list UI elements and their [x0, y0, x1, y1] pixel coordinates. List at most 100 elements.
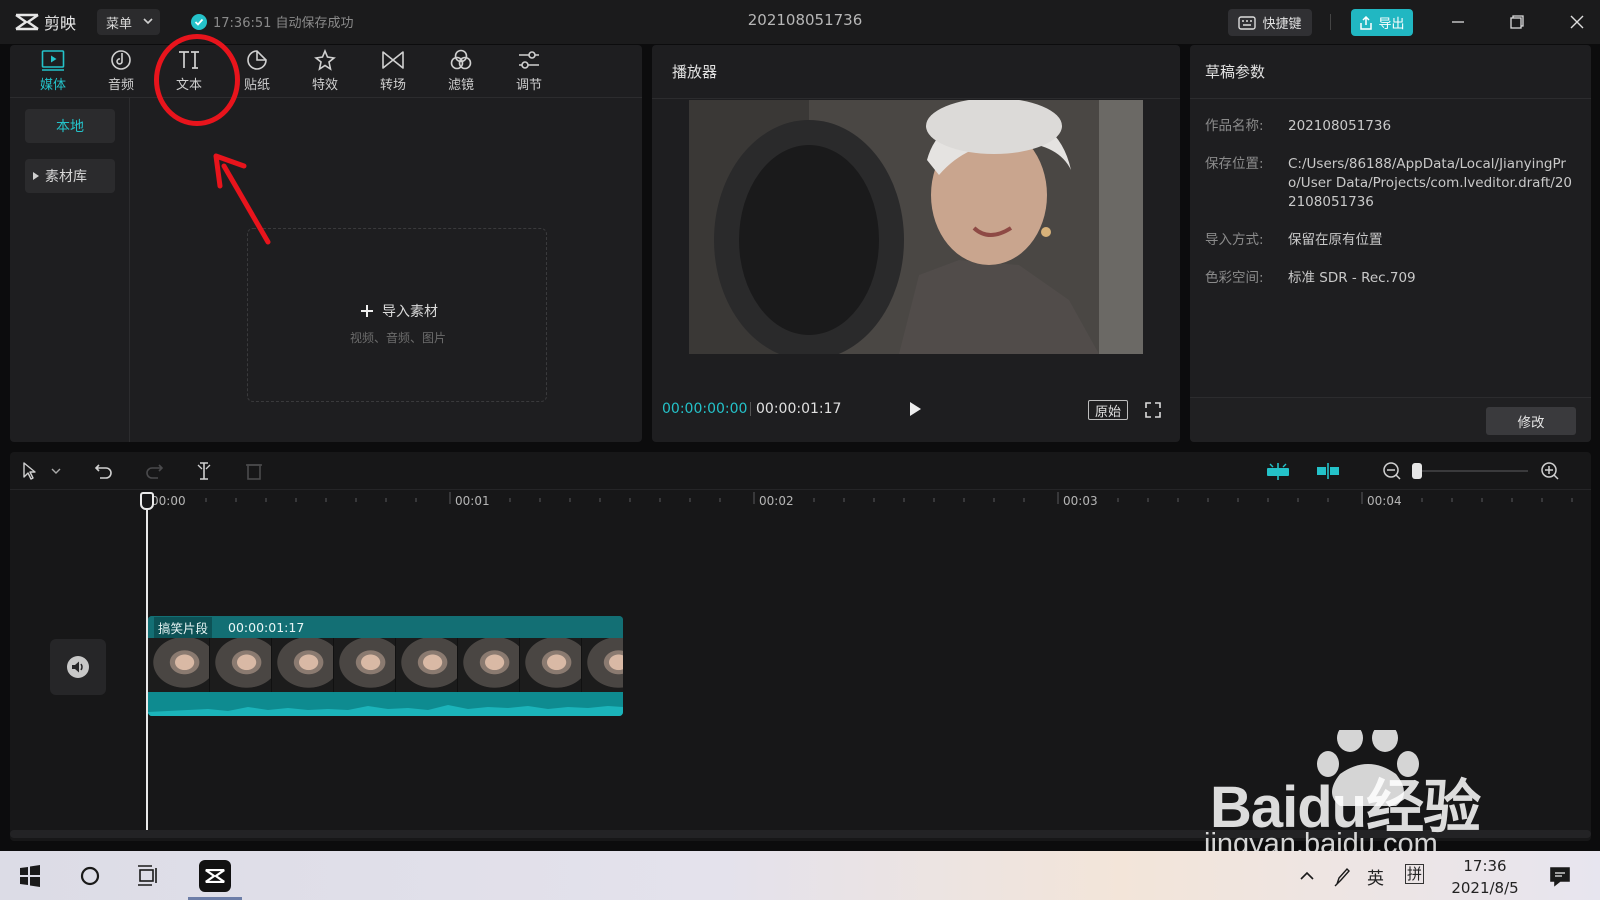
close-button[interactable]	[1563, 10, 1591, 34]
check-icon	[191, 13, 207, 30]
title-bar: 剪映 菜单 17:36:51 自动保存成功 202108051736 快捷键 导…	[0, 0, 1600, 44]
ruler-ticks	[145, 492, 1573, 504]
search-icon[interactable]	[77, 863, 103, 889]
tab-adjust[interactable]: 调节	[496, 49, 562, 97]
tab-effects[interactable]: 特效	[292, 49, 358, 97]
app-logo: 剪映	[14, 10, 84, 34]
media-panel: 媒体 音频 文本 贴纸 特效 转场 滤镜 调节 本地 素材库 导入素材 视频、音…	[10, 45, 642, 442]
select-cursor-icon[interactable]	[20, 461, 40, 481]
import-dropzone[interactable]: 导入素材 视频、音频、图片	[247, 228, 547, 402]
menu-button[interactable]: 菜单	[97, 9, 160, 35]
capcut-taskbar-icon[interactable]	[199, 860, 231, 892]
ruler-label: 00:04	[1367, 494, 1402, 508]
tab-filter[interactable]: 滤镜	[428, 49, 494, 97]
delete-icon[interactable]	[244, 461, 264, 481]
snap-icon[interactable]	[1265, 461, 1291, 481]
linkage-icon[interactable]	[1315, 461, 1341, 481]
shortcut-label: 快捷键	[1262, 17, 1302, 32]
zoom-out-icon[interactable]	[1382, 461, 1402, 481]
tab-media[interactable]: 媒体	[20, 49, 86, 97]
clip-thumbnail	[148, 638, 210, 692]
title-divider	[1330, 14, 1331, 30]
tab-audio[interactable]: 音频	[88, 49, 154, 97]
effects-icon	[314, 49, 336, 71]
clock-date: 2021/8/5	[1451, 879, 1519, 897]
plus-icon	[361, 305, 373, 317]
autosave-text: 17:36:51 自动保存成功	[213, 16, 354, 31]
media-sidebar	[10, 98, 130, 442]
tab-label: 媒体	[39, 78, 66, 93]
export-button[interactable]: 导出	[1351, 9, 1413, 36]
zoom-in-icon[interactable]	[1540, 461, 1560, 481]
aspect-ratio-button[interactable]: 原始	[1088, 400, 1128, 420]
sidebar-item-local[interactable]: 本地	[25, 109, 115, 143]
annotation-arrow-icon	[213, 153, 271, 245]
params-footer: 修改	[1190, 397, 1591, 442]
project-title: 202108051736	[747, 11, 863, 29]
restore-button[interactable]	[1503, 10, 1531, 34]
clip-thumbnail	[210, 638, 272, 692]
total-time: 00:00:01:17	[756, 401, 842, 417]
minimize-icon	[1452, 21, 1464, 23]
windows-start-icon[interactable]	[17, 863, 43, 889]
tab-label: 特效	[311, 78, 338, 93]
autosave-status: 17:36:51 自动保存成功	[191, 12, 354, 31]
fullscreen-icon[interactable]	[1144, 401, 1162, 419]
clip-thumbnail	[272, 638, 334, 692]
tab-label: 调节	[515, 78, 542, 93]
param-row: 保存位置: C:/Users/86188/AppData/Local/Jiany…	[1205, 155, 1575, 212]
track-audio-toggle[interactable]	[50, 639, 106, 695]
clip-thumbnail	[334, 638, 396, 692]
chevron-down-icon	[143, 18, 153, 25]
keyboard-icon	[1238, 15, 1257, 30]
system-clock[interactable]: 17:36 2021/8/5	[1440, 855, 1530, 899]
playhead[interactable]	[146, 494, 148, 830]
timeline-toolbar	[10, 452, 1591, 490]
clip-thumbnail	[520, 638, 582, 692]
export-label: 导出	[1378, 17, 1405, 32]
param-value: 保留在原有位置	[1288, 232, 1383, 248]
param-value: 标准 SDR - Rec.709	[1288, 270, 1416, 286]
play-icon[interactable]	[906, 400, 924, 418]
sticker-icon	[247, 50, 267, 70]
chevron-down-icon[interactable]	[49, 461, 63, 481]
clock-time: 17:36	[1463, 857, 1507, 875]
task-view-icon[interactable]	[136, 863, 162, 889]
video-clip[interactable]: 搞笑片段 00:00:01:17	[148, 616, 623, 716]
clip-waveform	[148, 692, 623, 716]
import-button[interactable]: 导入素材	[248, 301, 548, 321]
ime-mode[interactable]: 拼	[1405, 864, 1425, 884]
pen-icon[interactable]	[1332, 863, 1352, 889]
ime-language[interactable]: 英	[1367, 864, 1384, 889]
modify-button[interactable]: 修改	[1486, 407, 1576, 435]
tab-transition[interactable]: 转场	[360, 49, 426, 97]
redo-icon[interactable]	[144, 461, 164, 481]
filter-icon	[450, 49, 472, 70]
audio-icon	[111, 50, 131, 70]
sidebar-item-library[interactable]: 素材库	[25, 159, 115, 193]
shortcut-button[interactable]: 快捷键	[1228, 9, 1312, 36]
adjust-icon	[519, 51, 539, 69]
playhead-handle[interactable]	[140, 492, 154, 510]
clip-duration: 00:00:01:17	[228, 619, 305, 635]
chevron-up-icon[interactable]	[1297, 863, 1317, 889]
zoom-slider-track[interactable]	[1416, 470, 1528, 472]
watermark: Baidu经验 jingyan.baidu.com	[1204, 730, 1520, 870]
clip-thumbnail	[396, 638, 458, 692]
notification-icon[interactable]	[1548, 863, 1572, 889]
param-key: 导入方式:	[1205, 232, 1264, 248]
param-row: 作品名称: 202108051736	[1205, 117, 1575, 136]
tab-label: 贴纸	[243, 78, 270, 93]
close-icon	[1570, 15, 1584, 29]
video-preview[interactable]	[689, 100, 1143, 354]
restore-icon	[1510, 15, 1524, 29]
zoom-slider-handle[interactable]	[1412, 463, 1422, 479]
undo-icon[interactable]	[94, 461, 114, 481]
time-ruler[interactable]: 00:00 00:01 00:02 00:03 00:04	[10, 490, 1591, 518]
minimize-button[interactable]	[1444, 10, 1472, 34]
ruler-label: 00:01	[455, 494, 490, 508]
ruler-label: 00:03	[1063, 494, 1098, 508]
media-icon	[41, 50, 65, 71]
caret-right-icon	[33, 172, 39, 180]
split-icon[interactable]	[194, 461, 214, 481]
